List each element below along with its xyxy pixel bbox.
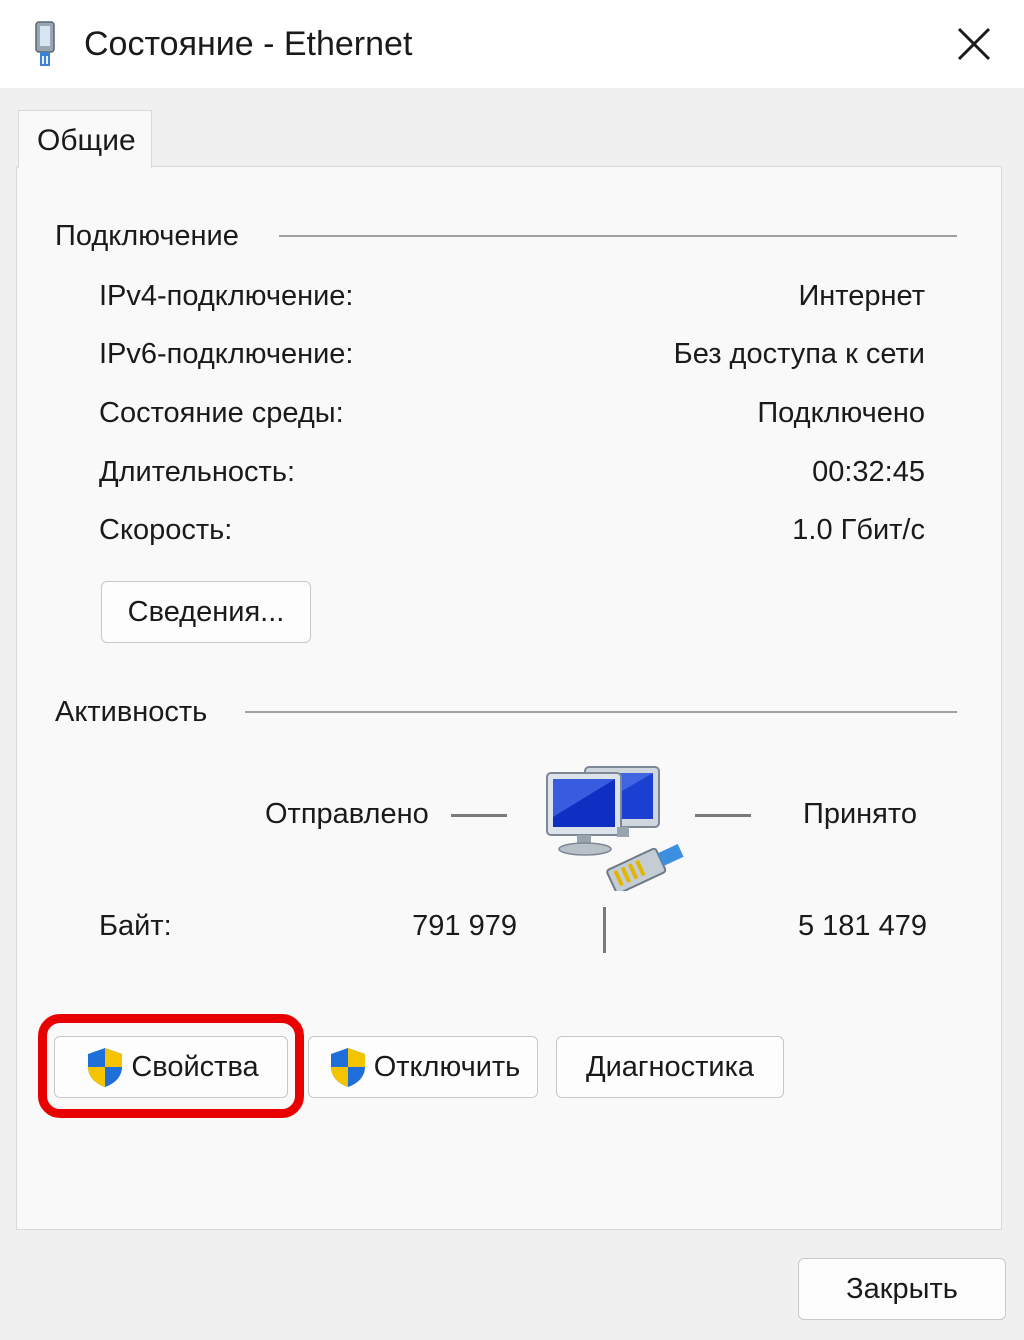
ethernet-adapter-icon	[35, 21, 55, 66]
sent-label: Отправлено	[265, 798, 429, 830]
received-label: Принято	[803, 798, 917, 830]
close-icon	[957, 27, 991, 61]
ipv6-label: IPv6-подключение:	[99, 338, 354, 370]
title-bar: Состояние - Ethernet	[0, 0, 1024, 88]
received-dash	[695, 814, 751, 817]
activity-group-title: Активность	[55, 693, 224, 731]
media-state-label: Состояние среды:	[99, 397, 344, 429]
duration-value: 00:32:45	[812, 456, 925, 488]
close-button[interactable]: Закрыть	[798, 1258, 1006, 1320]
ipv6-value: Без доступа к сети	[673, 338, 925, 370]
details-button[interactable]: Сведения...	[101, 581, 311, 643]
bytes-received-value: 5 181 479	[797, 910, 927, 942]
tab-general-label: Общие	[37, 124, 136, 157]
network-computers-icon	[546, 766, 684, 891]
connection-group-title: Подключение	[55, 217, 255, 255]
media-state-value: Подключено	[757, 397, 925, 429]
duration-label: Длительность:	[99, 456, 296, 488]
uac-shield-icon	[88, 1048, 123, 1087]
disable-button[interactable]: Отключить	[308, 1036, 538, 1098]
activity-group-divider	[245, 711, 957, 713]
sent-dash	[451, 814, 507, 817]
bytes-separator	[603, 907, 606, 953]
diagnose-button[interactable]: Диагностика	[556, 1036, 784, 1098]
speed-value: 1.0 Гбит/с	[792, 514, 925, 546]
uac-shield-icon	[330, 1048, 365, 1087]
ipv4-label: IPv4-подключение:	[99, 280, 354, 312]
disable-button-label: Отключить	[373, 1050, 521, 1083]
close-window-button[interactable]	[944, 16, 1004, 72]
tab-general[interactable]: Общие	[18, 110, 152, 168]
speed-label: Скорость:	[99, 514, 233, 546]
connection-group-divider	[279, 235, 957, 237]
window-title: Состояние - Ethernet	[84, 25, 413, 63]
bytes-sent-value: 791 979	[412, 910, 517, 942]
properties-button-label: Свойства	[131, 1050, 259, 1083]
properties-button[interactable]: Свойства	[54, 1036, 288, 1098]
bytes-label: Байт:	[99, 910, 172, 942]
status-dialog: Состояние - Ethernet Общие Подключение I…	[0, 0, 1024, 1340]
ipv4-value: Интернет	[798, 280, 925, 312]
